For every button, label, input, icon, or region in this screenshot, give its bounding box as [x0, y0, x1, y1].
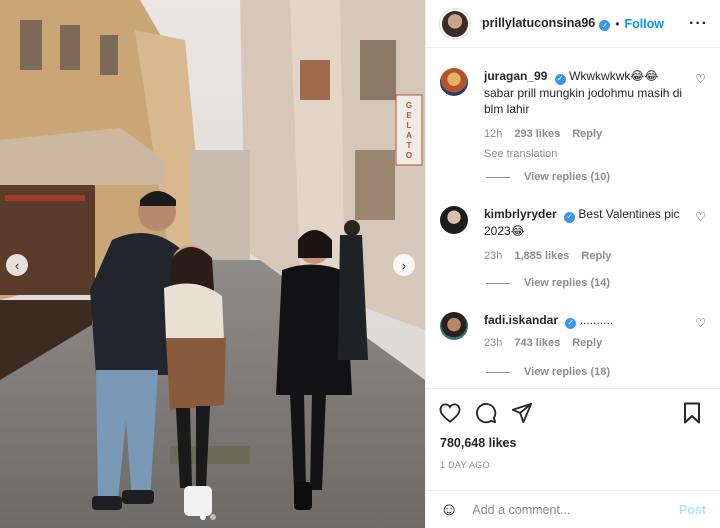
like-comment-heart-icon[interactable]: ♡ — [695, 72, 706, 86]
carousel-dot — [210, 514, 216, 520]
comment-bubble-icon[interactable] — [474, 401, 498, 425]
reply-button[interactable]: Reply — [581, 248, 611, 264]
comment-meta: 23h 743 likes Reply — [484, 335, 684, 351]
comment-body: kimbrlyryder ✓ Best Valentines pic 2023😂… — [484, 206, 684, 264]
shop-sign-text: GELATO — [406, 101, 412, 160]
add-comment-input[interactable] — [472, 502, 663, 517]
comment-content: juragan_99 ✓ Wkwkwkwk😂😂 sabar prill mung… — [484, 68, 684, 117]
post-actions-bar — [426, 388, 720, 436]
commenter-username[interactable]: kimbrlyryder — [484, 207, 557, 221]
comment-text: .......... — [579, 313, 614, 327]
commenter-avatar[interactable] — [440, 206, 468, 234]
view-replies-label[interactable]: View replies (18) — [524, 366, 610, 378]
add-comment-bar: ☺ Post — [426, 490, 720, 528]
comment-content: fadi.iskandar ✓ .......... — [484, 312, 684, 329]
verified-badge-icon: ✓ — [565, 317, 577, 329]
follow-button[interactable]: Follow — [624, 17, 664, 31]
like-comment-heart-icon[interactable]: ♡ — [695, 210, 706, 224]
commenter-avatar[interactable] — [440, 68, 468, 96]
like-heart-icon[interactable] — [438, 401, 462, 425]
save-bookmark-icon[interactable] — [680, 401, 704, 425]
commenter-avatar[interactable] — [440, 312, 468, 340]
header-separator: • — [615, 16, 620, 31]
reply-button[interactable]: Reply — [572, 335, 602, 351]
verified-badge-icon: ✓ — [554, 73, 566, 85]
comment-item: kimbrlyryder ✓ Best Valentines pic 2023😂… — [440, 206, 712, 264]
comment-meta: 12h 293 likes Reply — [484, 126, 684, 142]
post-side-panel: prillylatuconsina96 ✓ • Follow ··· juraga… — [425, 0, 720, 528]
emoji-picker-icon[interactable]: ☺ — [440, 499, 458, 520]
comments-list: juragan_99 ✓ Wkwkwkwk😂😂 sabar prill mung… — [426, 48, 720, 388]
post-comment-button[interactable]: Post — [679, 503, 706, 517]
street-scene-image: GELATO — [0, 0, 425, 528]
carousel-indicator — [200, 514, 216, 520]
author-avatar[interactable] — [440, 8, 470, 39]
replies-divider-line — [486, 282, 510, 284]
commenter-username[interactable]: juragan_99 — [484, 69, 547, 83]
post-photo[interactable]: GELATO ‹ › — [0, 0, 425, 528]
comment-body: juragan_99 ✓ Wkwkwkwk😂😂 sabar prill mung… — [484, 68, 684, 162]
comment-time[interactable]: 23h — [484, 248, 502, 264]
author-username-text[interactable]: prillylatuconsina96 — [482, 16, 595, 30]
comment-meta: 23h 1,885 likes Reply — [484, 248, 684, 264]
comment-item: fadi.iskandar ✓ .......... 23h 743 likes… — [440, 312, 712, 351]
next-photo-button[interactable]: › — [393, 254, 415, 276]
view-replies-label[interactable]: View replies (10) — [524, 171, 610, 183]
comment-item: juragan_99 ✓ Wkwkwkwk😂😂 sabar prill mung… — [440, 68, 712, 162]
verified-badge-icon: ✓ — [564, 211, 576, 223]
chevron-left-icon: ‹ — [14, 257, 20, 273]
comment-content: kimbrlyryder ✓ Best Valentines pic 2023😂 — [484, 206, 684, 239]
comment-time[interactable]: 12h — [484, 126, 502, 142]
commenter-username[interactable]: fadi.iskandar — [484, 313, 558, 327]
author-username[interactable]: prillylatuconsina96 ✓ — [482, 16, 611, 31]
view-replies-button[interactable]: View replies (10) — [486, 171, 610, 183]
see-translation-link[interactable]: See translation — [484, 146, 684, 162]
chevron-right-icon: › — [401, 257, 407, 273]
view-replies-button[interactable]: View replies (18) — [486, 366, 610, 378]
like-comment-heart-icon[interactable]: ♡ — [695, 316, 706, 330]
verified-badge-icon: ✓ — [599, 20, 611, 31]
previous-photo-button[interactable]: ‹ — [6, 254, 28, 276]
view-replies-button[interactable]: View replies (14) — [486, 277, 610, 289]
replies-divider-line — [486, 176, 510, 178]
post-date[interactable]: 1 DAY AGO — [440, 460, 490, 470]
more-options-icon[interactable]: ··· — [689, 15, 708, 33]
comment-likes[interactable]: 743 likes — [514, 335, 560, 351]
comment-likes[interactable]: 1,885 likes — [514, 248, 569, 264]
view-replies-label[interactable]: View replies (14) — [524, 277, 610, 289]
carousel-dot — [200, 514, 206, 520]
comment-time[interactable]: 23h — [484, 335, 502, 351]
post-header: prillylatuconsina96 ✓ • Follow ··· — [426, 0, 720, 48]
share-paper-plane-icon[interactable] — [510, 401, 534, 425]
post-likes-count[interactable]: 780,648 likes — [440, 436, 516, 450]
reply-button[interactable]: Reply — [572, 126, 602, 142]
replies-divider-line — [486, 371, 510, 373]
comment-body: fadi.iskandar ✓ .......... 23h 743 likes… — [484, 312, 684, 351]
comment-likes[interactable]: 293 likes — [514, 126, 560, 142]
